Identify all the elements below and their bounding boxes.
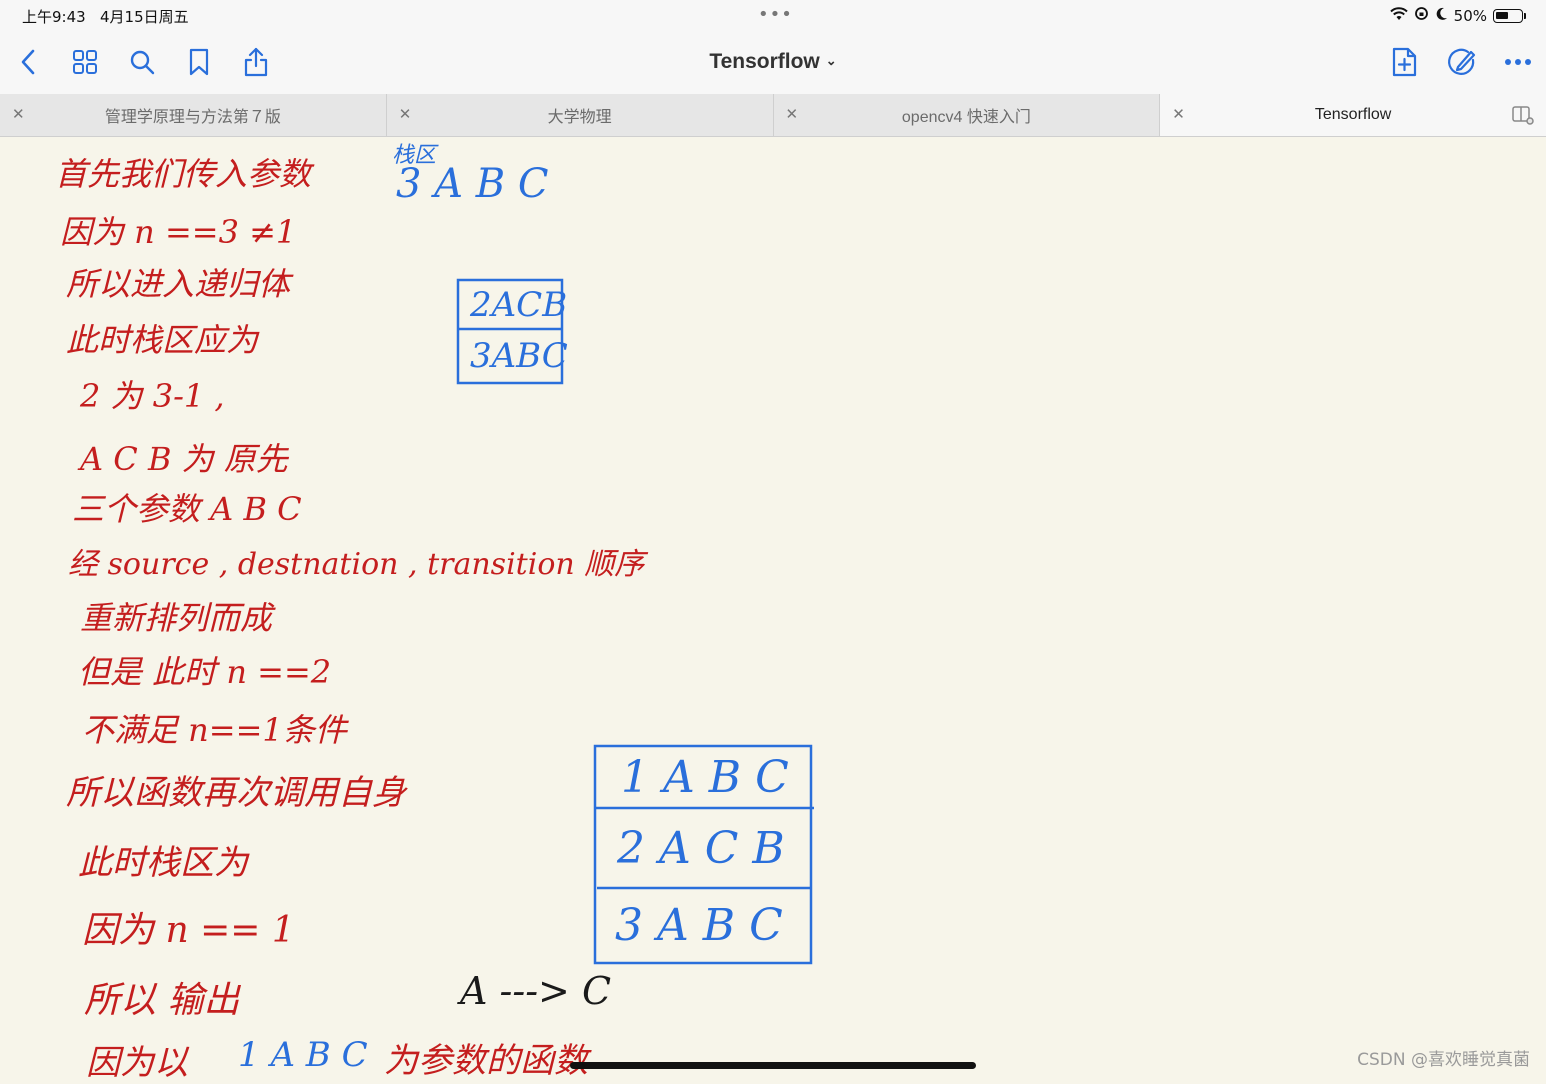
document-title-text: Tensorflow — [709, 50, 820, 73]
note-line: 所以 输出 — [84, 980, 240, 1021]
note-line: 此时栈区应为 — [66, 321, 259, 359]
status-indicators: 50% — [1389, 6, 1526, 25]
note-line: 三个参数 A B C — [72, 490, 302, 528]
stack-cell: 2ACB — [470, 284, 568, 325]
note-line: 重新排列而成 — [80, 599, 273, 637]
note-line: 不满足 n==1条件 — [82, 711, 347, 749]
note-line-blue: 1 A B C — [238, 1035, 368, 1075]
chevron-down-icon: ⌄ — [825, 53, 837, 68]
note-line: 因为 n == 1 — [82, 910, 295, 951]
stack-top-value: 3 A B C — [396, 161, 549, 207]
close-icon[interactable]: ✕ — [399, 105, 412, 123]
tab-label: opencv4 快速入门 — [901, 109, 1031, 126]
tab-label: Tensorflow — [1314, 106, 1392, 123]
split-view-icon[interactable] — [1512, 105, 1534, 130]
pencil-circle-icon[interactable] — [1443, 44, 1479, 80]
new-page-icon[interactable] — [1386, 44, 1422, 80]
note-line: 因为 n ==3 ≠1 — [60, 213, 297, 251]
note-line: 所以进入递归体 — [66, 265, 291, 303]
close-icon[interactable]: ✕ — [12, 105, 25, 123]
status-bar: 上午9:43 4月15日周五 ••• 50% — [0, 0, 1546, 32]
tab-label: 管理学原理与方法第７版 — [104, 109, 281, 126]
top-toolbar: Tensorflow ⌄ — [0, 32, 1546, 94]
status-time-date: 上午9:43 4月15日周五 — [22, 6, 189, 27]
more-icon[interactable] — [1500, 44, 1536, 80]
orientation-lock-icon — [1414, 6, 1429, 25]
battery-percent: 50% — [1453, 6, 1487, 25]
document-title[interactable]: Tensorflow ⌄ — [0, 50, 1546, 74]
note-line: 因为以 — [86, 1043, 188, 1083]
document-tabs: ✕ 管理学原理与方法第７版 ✕ 大学物理 ✕ opencv4 快速入门 ✕ Te… — [0, 94, 1546, 137]
csdn-watermark: CSDN @喜欢睡觉真菌 — [1357, 1050, 1530, 1070]
moon-icon — [1435, 7, 1448, 25]
stack-cell: 3ABC — [470, 336, 568, 376]
note-line: 2 为 3-1 , — [80, 377, 225, 415]
stack-cell: 1 A B C — [621, 751, 789, 803]
note-line: 但是 此时 n ==2 — [78, 653, 332, 691]
close-icon[interactable]: ✕ — [1172, 105, 1185, 123]
note-line: 为参数的函数 — [384, 1041, 588, 1081]
note-line: 首先我们传入参数 — [55, 155, 312, 193]
battery-icon — [1493, 8, 1523, 23]
tab-physics[interactable]: ✕ 大学物理 — [387, 94, 774, 136]
note-line: 所以函数再次调用自身 — [66, 773, 406, 813]
battery-nub — [1524, 12, 1526, 19]
note-line: A C B 为 原先 — [80, 440, 288, 478]
wifi-icon — [1389, 6, 1408, 25]
tab-management[interactable]: ✕ 管理学原理与方法第７版 — [0, 94, 387, 136]
tab-tensorflow[interactable]: ✕ Tensorflow — [1160, 94, 1546, 136]
tab-opencv[interactable]: ✕ opencv4 快速入门 — [774, 94, 1161, 136]
tab-label: 大学物理 — [547, 109, 612, 126]
note-line: 经 source , destnation , transition 顺序 — [68, 547, 645, 582]
note-line: 此时栈区为 — [78, 843, 248, 883]
home-indicator[interactable] — [570, 1062, 976, 1069]
battery-level-fill — [1496, 11, 1508, 19]
close-icon[interactable]: ✕ — [786, 105, 799, 123]
stack-cell: 3 A B C — [615, 900, 783, 951]
stack-cell: 2 A C B — [617, 822, 785, 874]
multitask-dots-icon[interactable]: ••• — [758, 4, 793, 25]
output-move: A ---> C — [460, 969, 612, 1013]
status-time: 上午9:43 — [22, 8, 86, 26]
handwritten-notes-canvas[interactable]: 首先我们传入参数 因为 n ==3 ≠1 所以进入递归体 此时栈区应为 2 为 … — [0, 137, 1546, 1083]
status-date: 4月15日周五 — [100, 8, 189, 26]
